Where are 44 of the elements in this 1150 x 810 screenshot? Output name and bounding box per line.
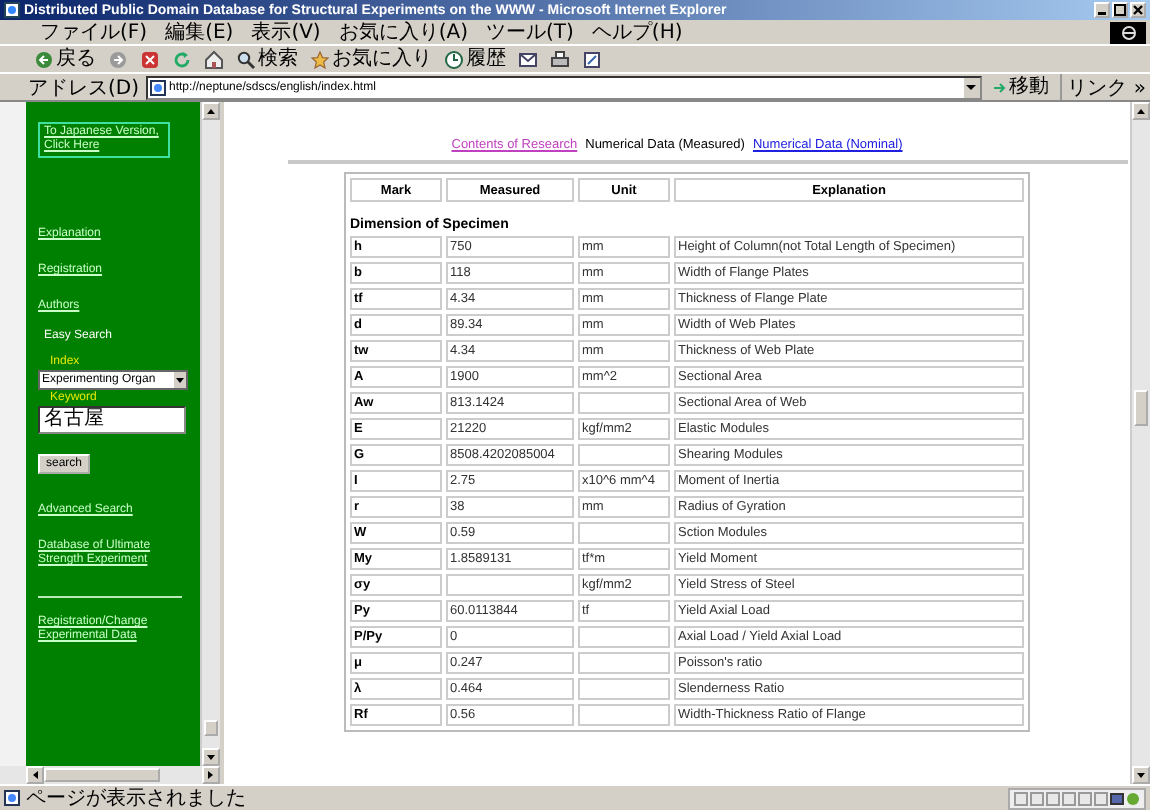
back-arrow-icon bbox=[34, 49, 54, 69]
forward-arrow-icon[interactable] bbox=[108, 49, 128, 69]
maximize-button[interactable] bbox=[1112, 2, 1128, 18]
globe-icon bbox=[1119, 25, 1137, 39]
toolbar-button[interactable]: 検索 bbox=[234, 48, 300, 70]
close-icon bbox=[1132, 4, 1144, 16]
up-arrow-icon[interactable] bbox=[202, 102, 220, 120]
up-arrow-icon[interactable] bbox=[1132, 102, 1150, 120]
toolbar-button[interactable]: 履歴 bbox=[442, 48, 508, 70]
scrollbar-thumb[interactable] bbox=[44, 768, 160, 782]
menu-item[interactable]: 編集(E) bbox=[165, 21, 234, 43]
star-icon bbox=[310, 49, 330, 69]
toolbar-button[interactable]: 戻る bbox=[32, 48, 98, 70]
close-button[interactable] bbox=[1130, 2, 1146, 18]
search-icon bbox=[236, 49, 256, 69]
menu-item[interactable]: ファイル(F) bbox=[40, 21, 148, 43]
go-button[interactable]: 移動 bbox=[987, 76, 1054, 98]
left-arrow-icon[interactable] bbox=[26, 766, 44, 784]
minimize-button[interactable] bbox=[1094, 2, 1110, 18]
dropdown-arrow-icon[interactable] bbox=[964, 80, 979, 94]
home-icon[interactable] bbox=[204, 49, 224, 69]
edit-icon[interactable] bbox=[582, 49, 602, 69]
menu-item[interactable]: お気に入り(A) bbox=[338, 21, 468, 43]
down-arrow-icon[interactable] bbox=[202, 748, 220, 766]
status-text: ページが表示されました bbox=[26, 787, 246, 809]
menu-item[interactable]: ツール(T) bbox=[486, 21, 574, 43]
scrollbar-thumb[interactable] bbox=[204, 720, 218, 736]
stop-icon[interactable] bbox=[140, 49, 160, 69]
printer-icon[interactable] bbox=[550, 49, 570, 69]
maximize-icon bbox=[1114, 4, 1126, 16]
envelope-icon[interactable] bbox=[518, 49, 538, 69]
down-arrow-icon[interactable] bbox=[1132, 766, 1150, 784]
keyword-field[interactable]: 名古屋 bbox=[38, 406, 186, 434]
menu-item[interactable]: ヘルプ(H) bbox=[591, 21, 683, 43]
dropdown-arrow-icon[interactable] bbox=[174, 372, 186, 388]
page-icon bbox=[149, 79, 166, 95]
toolbar-button[interactable]: お気に入り bbox=[308, 48, 434, 70]
address-label: アドレス(D) bbox=[28, 75, 140, 101]
page-icon bbox=[4, 790, 20, 806]
right-arrow-icon[interactable] bbox=[202, 766, 220, 784]
scrollbar-thumb[interactable] bbox=[1134, 390, 1148, 426]
menu-item[interactable]: 表示(V) bbox=[251, 21, 321, 43]
page-icon bbox=[4, 2, 20, 18]
go-arrow-icon bbox=[991, 79, 1008, 95]
